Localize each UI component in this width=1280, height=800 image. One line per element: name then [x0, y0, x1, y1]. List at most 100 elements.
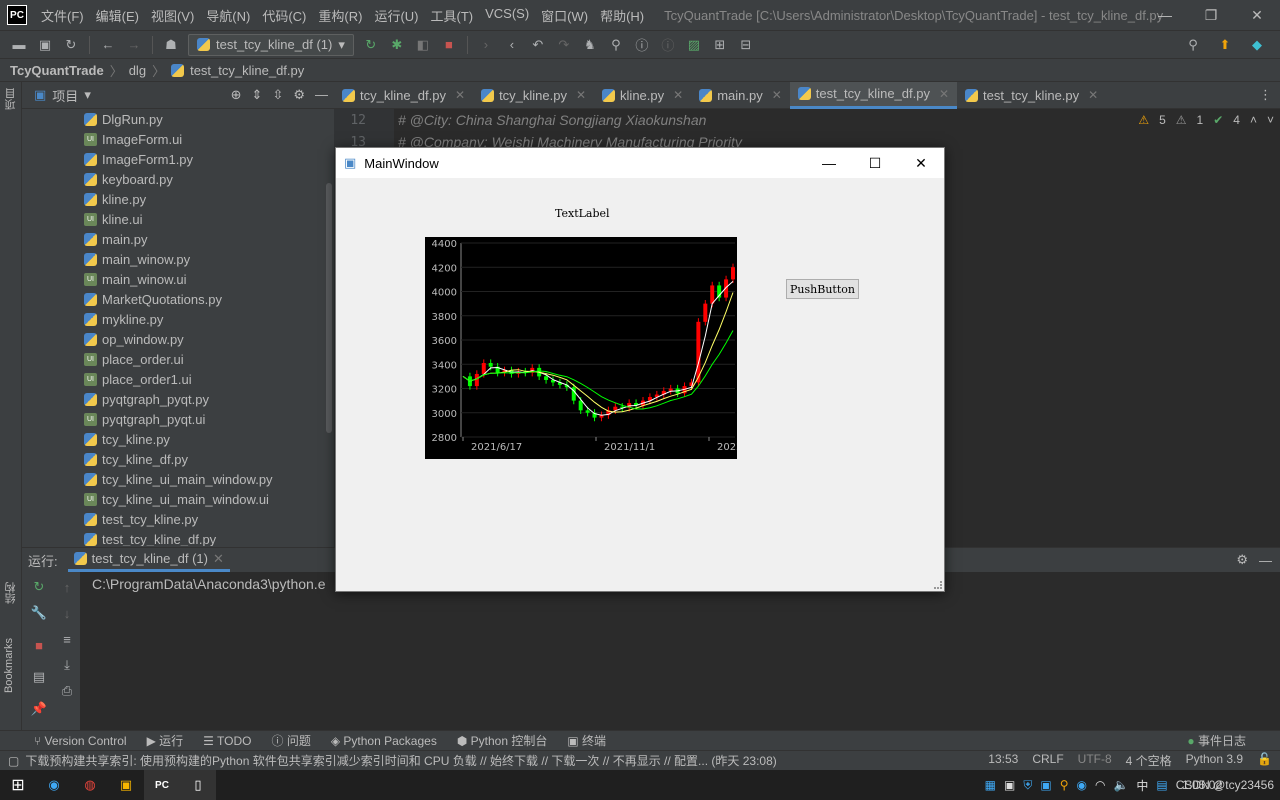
menu-item[interactable]: 运行(U): [368, 6, 424, 25]
file-tree-item[interactable]: tcy_kline.py: [22, 429, 334, 449]
file-tree-item[interactable]: UI ImageForm.ui: [22, 129, 334, 149]
tray-app-icon[interactable]: ▤: [1156, 778, 1167, 792]
status-message[interactable]: 下载预构建共享索引: 使用预构建的Python 软件包共享索引减少索引时间和 C…: [25, 752, 776, 769]
find-icon[interactable]: ⚲: [605, 34, 627, 56]
pin-icon[interactable]: 📌: [28, 698, 50, 720]
bottom-tool-tab[interactable]: ⑂ Version Control: [34, 734, 127, 748]
file-tree-item[interactable]: test_tcy_kline.py: [22, 509, 334, 529]
minimize-icon[interactable]: —: [806, 148, 852, 178]
soft-wrap-icon[interactable]: ≡: [56, 628, 78, 650]
menu-item[interactable]: 编辑(E): [90, 6, 145, 25]
disabled-info-icon[interactable]: ⓘ: [657, 34, 679, 56]
file-tree-item[interactable]: UI kline.ui: [22, 209, 334, 229]
arrow-up-icon[interactable]: ↑: [56, 576, 78, 598]
minimize-icon[interactable]: —: [1142, 0, 1188, 30]
close-icon[interactable]: ✕: [576, 88, 586, 102]
editor-tab[interactable]: tcy_kline_df.py ✕: [334, 82, 473, 109]
indent-setting[interactable]: 4 个空格: [1126, 752, 1172, 769]
coverage-icon[interactable]: ◧: [412, 34, 434, 56]
tray-app-icon[interactable]: ▦: [985, 778, 996, 792]
scroll-to-end-icon[interactable]: ⤓: [56, 654, 78, 676]
maximize-icon[interactable]: ☐: [852, 148, 898, 178]
rerun-icon[interactable]: ↻: [360, 34, 382, 56]
locate-icon[interactable]: ⊕: [231, 87, 242, 103]
debug-icon[interactable]: ✱: [386, 34, 408, 56]
close-icon[interactable]: ✕: [213, 551, 224, 567]
user-icon[interactable]: ☗: [160, 34, 182, 56]
file-tree-item[interactable]: main_winow.py: [22, 249, 334, 269]
menu-item[interactable]: 工具(T): [424, 6, 479, 25]
bottom-tool-tab[interactable]: ⬢ Python 控制台: [457, 732, 548, 749]
save-icon[interactable]: ▣: [34, 34, 56, 56]
monitor-chart-icon[interactable]: ▨: [683, 34, 705, 56]
stop-icon[interactable]: ■: [28, 634, 50, 656]
shield-icon[interactable]: ⛨: [1023, 778, 1032, 793]
file-tree-item[interactable]: DlgRun.py: [22, 109, 334, 129]
file-tree-item[interactable]: UI pyqtgraph_pyqt.ui: [22, 409, 334, 429]
file-tree-item[interactable]: test_tcy_kline_df.py: [22, 529, 334, 546]
bookmarks-tool-button[interactable]: Bookmarks: [3, 638, 15, 693]
qt-titlebar[interactable]: ▣ MainWindow — ☐ ✕: [336, 148, 944, 178]
file-tree-item[interactable]: UI place_order1.ui: [22, 369, 334, 389]
menu-item[interactable]: 代码(C): [256, 6, 312, 25]
run-console-output[interactable]: C:\ProgramData\Anaconda3\python.e: [92, 576, 325, 592]
hide-icon[interactable]: —: [315, 87, 328, 103]
rerun-icon[interactable]: ↻: [28, 576, 50, 598]
gear-icon[interactable]: ⚙: [293, 87, 305, 103]
hide-icon[interactable]: —: [1259, 553, 1272, 568]
file-tree-item[interactable]: pyqtgraph_pyqt.py: [22, 389, 334, 409]
remove-icon[interactable]: ⊟: [735, 34, 757, 56]
arrow-down-icon[interactable]: ↓: [56, 602, 78, 624]
clock[interactable]: 1:05:02: [1182, 778, 1222, 792]
editor-tab[interactable]: test_tcy_kline.py ✕: [957, 82, 1106, 109]
close-icon[interactable]: ✕: [673, 88, 683, 102]
menu-item[interactable]: 视图(V): [145, 6, 200, 25]
close-icon[interactable]: ✕: [455, 88, 465, 102]
bottom-tool-tab[interactable]: ⓘ 问题: [272, 732, 311, 749]
layout-icon[interactable]: ▤: [28, 666, 50, 688]
open-folder-icon[interactable]: ▬: [8, 34, 30, 56]
line-separator[interactable]: CRLF: [1032, 752, 1063, 769]
bottom-tool-tab[interactable]: ◈ Python Packages: [331, 734, 437, 748]
project-tool-button[interactable]: 项目: [3, 88, 19, 110]
lock-icon[interactable]: 🔓: [1257, 752, 1272, 769]
sync-icon[interactable]: ↻: [60, 34, 82, 56]
close-icon[interactable]: ✕: [1234, 0, 1280, 30]
nav-next-icon[interactable]: ›: [475, 34, 497, 56]
menu-item[interactable]: 重构(R): [312, 6, 368, 25]
event-log-button[interactable]: ● 事件日志: [1187, 732, 1246, 749]
file-tree-item[interactable]: main.py: [22, 229, 334, 249]
project-scrollbar[interactable]: [326, 183, 332, 433]
redo-icon[interactable]: ↷: [553, 34, 575, 56]
tray-app-icon[interactable]: ▣: [1040, 778, 1051, 792]
chevron-down-icon[interactable]: ▾: [84, 87, 91, 103]
print-icon[interactable]: ⎙: [56, 680, 78, 702]
file-tree-item[interactable]: op_window.py: [22, 329, 334, 349]
ime-indicator[interactable]: 中: [1136, 777, 1148, 794]
chevron-down-icon[interactable]: ˅: [1267, 113, 1274, 127]
bottom-tool-tab[interactable]: ▶ 运行: [147, 732, 184, 749]
file-tree-item[interactable]: tcy_kline_df.py: [22, 449, 334, 469]
back-icon[interactable]: ←: [97, 34, 119, 56]
editor-tab[interactable]: main.py ✕: [691, 82, 790, 109]
update-icon[interactable]: ⬆: [1214, 34, 1236, 56]
tray-app-icon[interactable]: ▣: [1004, 778, 1015, 792]
file-tree-item[interactable]: ImageForm1.py: [22, 149, 334, 169]
more-tabs-icon[interactable]: ⋮: [1259, 87, 1272, 103]
file-tree-item[interactable]: UI place_order.ui: [22, 349, 334, 369]
editor-tab[interactable]: tcy_kline.py ✕: [473, 82, 594, 109]
breadcrumb-folder[interactable]: dlg: [129, 63, 146, 78]
structure-tool-button[interactable]: 结构: [3, 582, 19, 604]
close-icon[interactable]: ✕: [772, 88, 782, 102]
profile-icon[interactable]: ♞: [579, 34, 601, 56]
wrench-icon[interactable]: 🔧: [28, 602, 50, 624]
editor-tab[interactable]: test_tcy_kline_df.py ✕: [789, 81, 958, 109]
edge-browser-icon[interactable]: ◉: [36, 770, 72, 800]
caret-position[interactable]: 13:53: [988, 752, 1018, 769]
volume-icon[interactable]: 🔈: [1113, 778, 1128, 792]
windows-start-icon[interactable]: ⊞: [0, 770, 36, 800]
menu-item[interactable]: 文件(F): [35, 6, 90, 25]
run-configuration-select[interactable]: test_tcy_kline_df (1) ▾: [188, 33, 354, 56]
breadcrumb-project[interactable]: TcyQuantTrade: [10, 63, 104, 78]
close-icon[interactable]: ✕: [898, 148, 944, 178]
